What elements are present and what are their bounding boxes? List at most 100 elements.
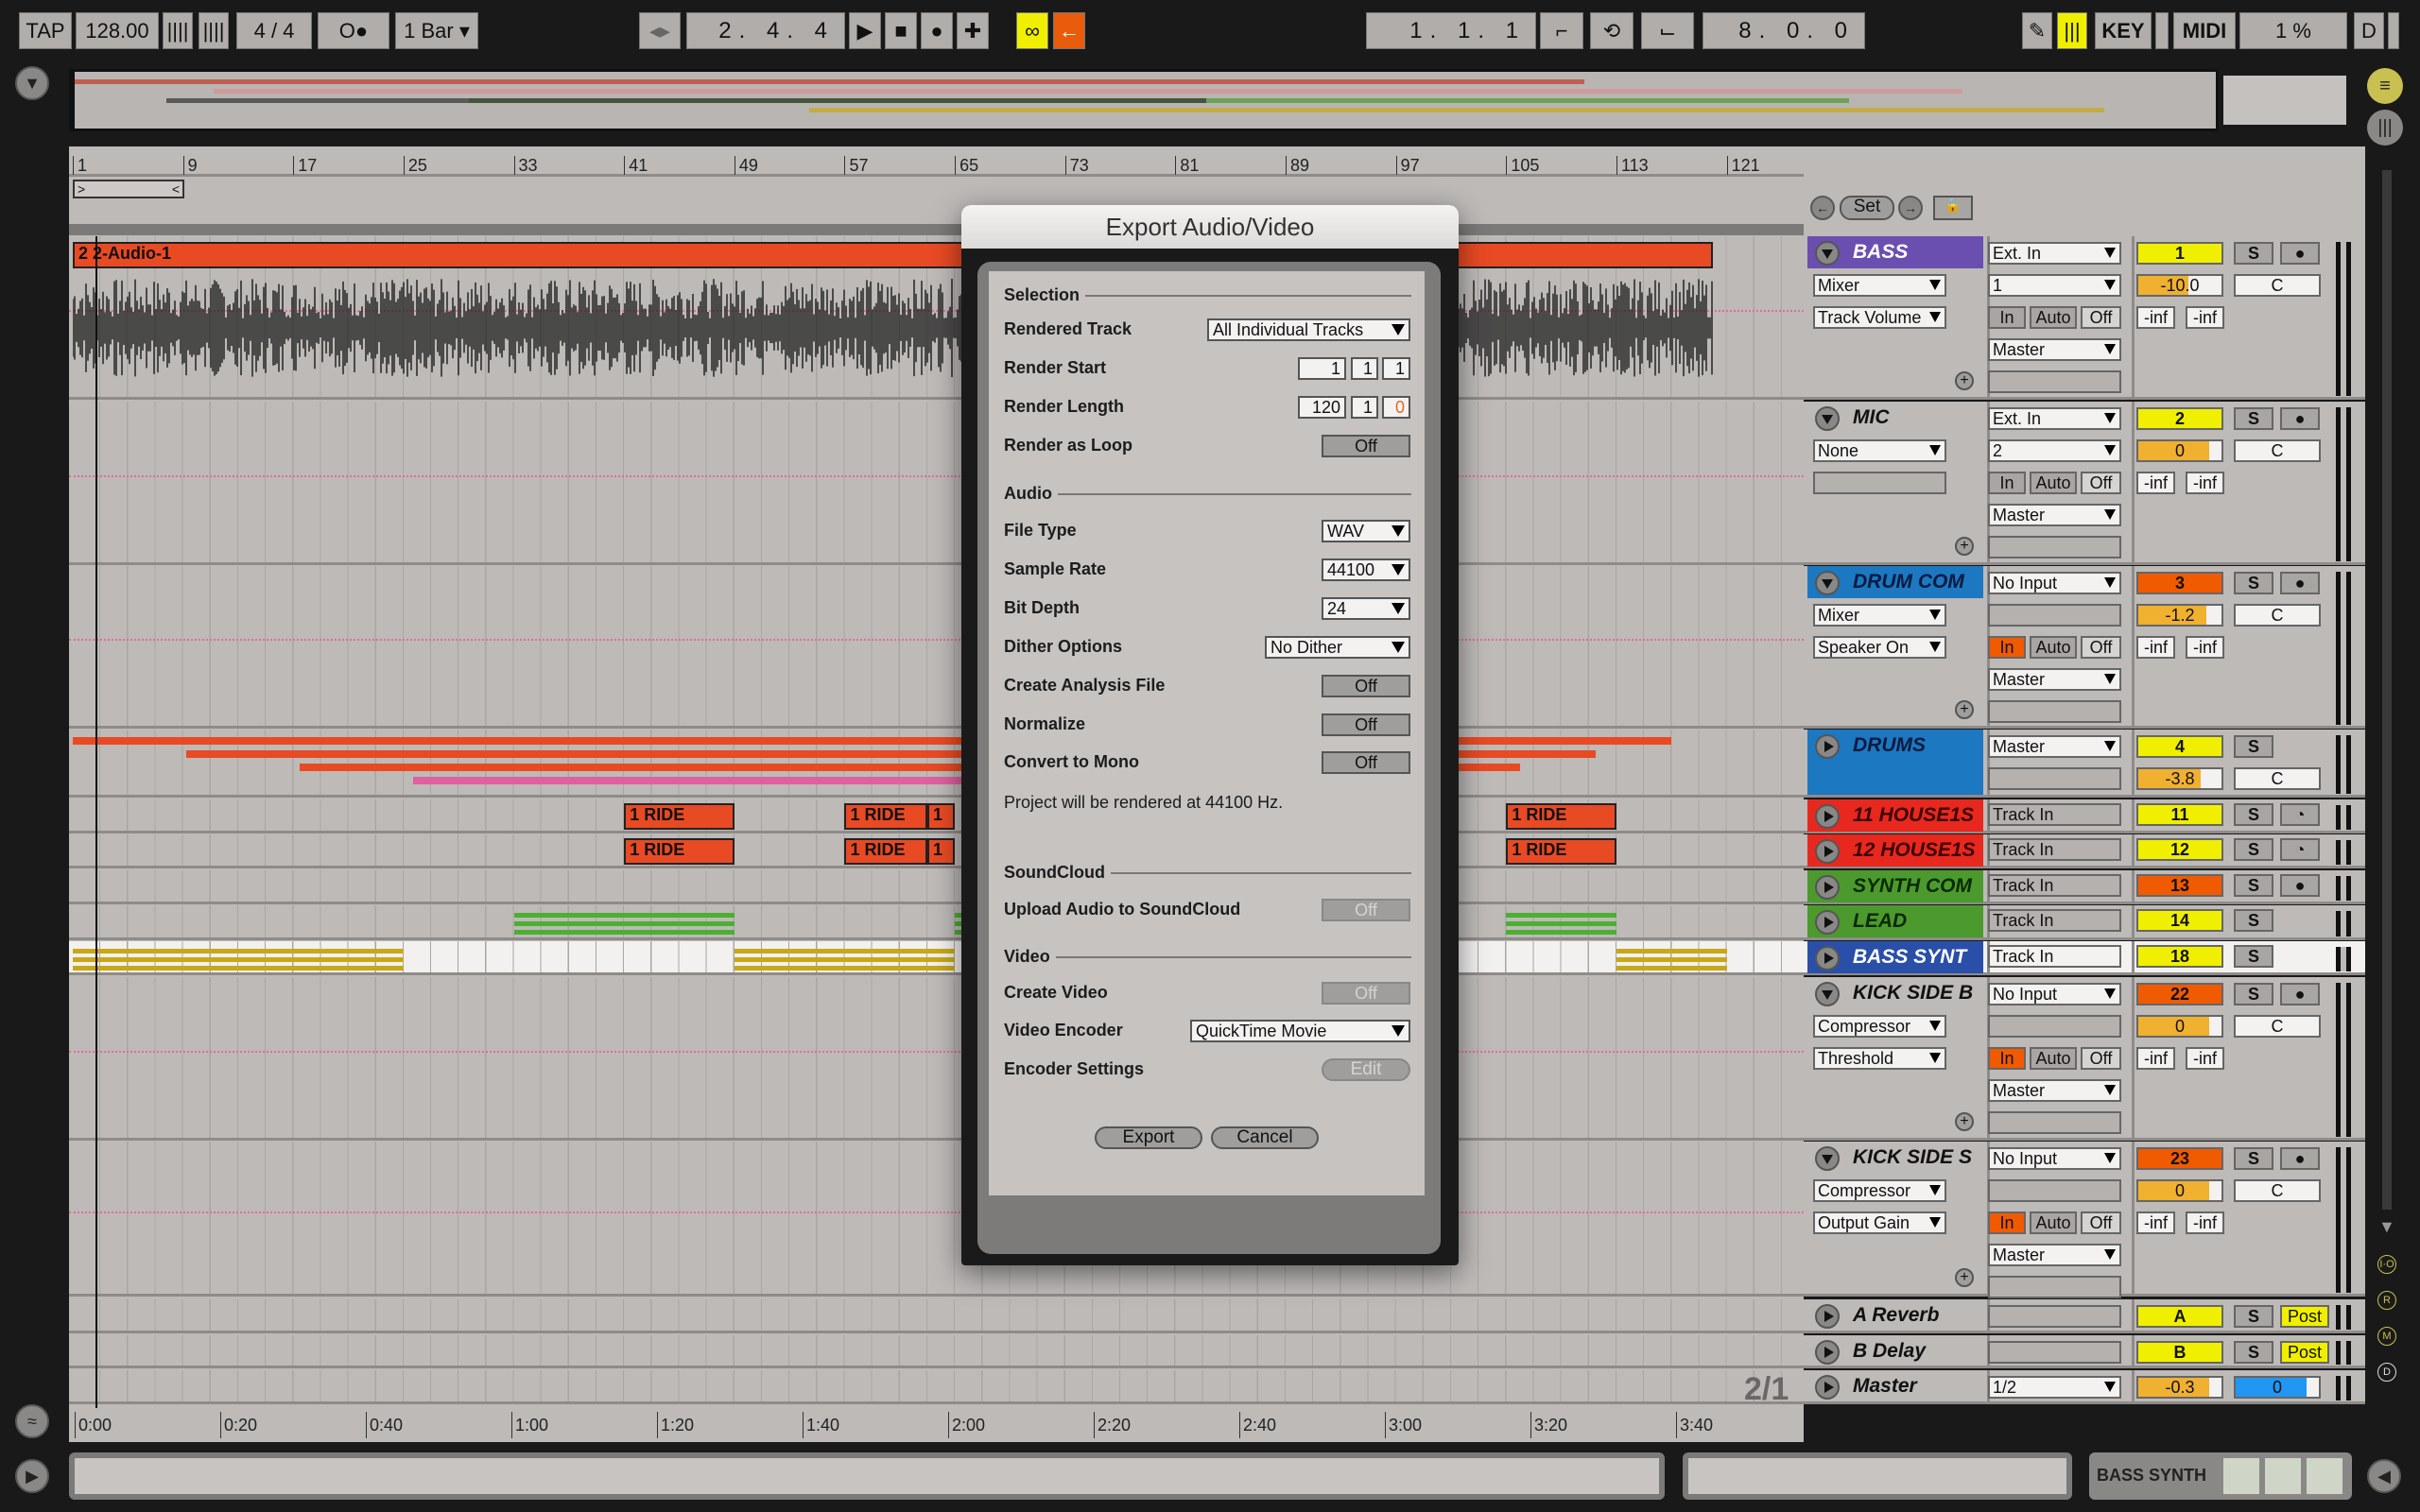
send-b-field[interactable]: -inf (2186, 1211, 2224, 1234)
track-lane[interactable] (69, 1335, 1804, 1368)
track-name[interactable]: DRUMS (1807, 730, 1983, 795)
track-activator[interactable]: 1 (2136, 242, 2223, 265)
track-header-11-house1s[interactable]: 11 HOUSE1S Track In 11 S ◔ (1804, 799, 2365, 833)
output-dropdown[interactable]: Master (1988, 338, 2121, 361)
track-name[interactable]: LEAD (1807, 905, 1983, 937)
monitor-auto-button[interactable]: Auto (2030, 1211, 2077, 1234)
fold-open-icon[interactable] (1815, 982, 1840, 1006)
pre-post-toggle[interactable]: Post (2280, 1305, 2329, 1328)
upload-soundcloud-toggle[interactable]: Off (1322, 899, 1410, 921)
clip[interactable]: 1 (926, 803, 956, 830)
automation-arm-button[interactable]: ∞ (1016, 12, 1048, 49)
monitor-off-button[interactable]: Off (2081, 636, 2121, 659)
arm-record-button[interactable]: ● (2280, 572, 2320, 594)
send-b-field[interactable]: -inf (2186, 1047, 2224, 1070)
play-button[interactable]: ▶ (849, 12, 881, 49)
solo-button[interactable]: S (2234, 242, 2273, 265)
track-name[interactable]: BASS SYNT (1807, 941, 1983, 973)
scroll-down-icon[interactable]: ▼ (2378, 1217, 2395, 1237)
track-header-kick-side-s[interactable]: KICK SIDE S Compressor Output Gain + No Inpu… (1804, 1142, 2365, 1298)
time-signature-field[interactable]: 4 / 4 (236, 12, 312, 49)
fold-closed-icon[interactable] (1815, 734, 1840, 759)
selected-track-panel[interactable]: BASS SYNTH (2089, 1452, 2352, 1500)
automation-device-dropdown[interactable]: Compressor (1813, 1015, 1946, 1038)
midi-clip[interactable] (1616, 945, 1727, 971)
track-activator[interactable]: A (2136, 1305, 2223, 1328)
track-lane[interactable] (69, 977, 1804, 1141)
track-name[interactable]: Master (1807, 1370, 1983, 1402)
video-encoder-dropdown[interactable]: QuickTime Movie (1190, 1020, 1410, 1042)
encoder-edit-button[interactable]: Edit (1322, 1058, 1410, 1081)
key-map-button[interactable]: KEY (2095, 12, 2152, 49)
render-length-beats[interactable]: 1 (1351, 396, 1378, 419)
track-name[interactable]: BASS (1807, 236, 1983, 268)
track-header-a-reverb[interactable]: A Reverb A S Post (1804, 1299, 2365, 1333)
track-header-mic[interactable]: MIC None + Ext. In 2 In Auto Off Master 2 S ● 0 C -inf… (1804, 402, 2365, 565)
track-lane[interactable] (69, 1299, 1804, 1333)
render-length-bars[interactable]: 120 (1298, 396, 1346, 419)
solo-button[interactable]: S (2234, 909, 2273, 932)
track-activator[interactable]: 22 (2136, 983, 2223, 1005)
track-name[interactable]: A Reverb (1807, 1299, 1983, 1332)
track-name[interactable]: MIC (1807, 402, 1983, 434)
automation-line[interactable] (69, 1050, 1804, 1053)
nudge-down-button[interactable]: |||| (163, 12, 193, 49)
clip[interactable]: 1 RIDE (624, 803, 735, 830)
fold-closed-icon[interactable] (1815, 839, 1840, 864)
solo-button[interactable]: S (2234, 572, 2273, 594)
automation-line[interactable] (69, 474, 1804, 477)
monitor-auto-button[interactable]: Auto (2030, 636, 2077, 659)
input-type-dropdown[interactable]: No Input (1988, 572, 2121, 594)
input-type-field[interactable]: Track In (1988, 909, 2121, 932)
wave-icon[interactable]: ≈ (15, 1404, 49, 1438)
track-lane[interactable] (69, 1370, 1804, 1404)
track-header-12-house1s[interactable]: 12 HOUSE1S Track In 12 S ◔ (1804, 834, 2365, 868)
vertical-scrollbar[interactable] (2382, 170, 2392, 1210)
fold-closed-icon[interactable] (1815, 875, 1840, 900)
automation-device-dropdown[interactable]: Mixer (1813, 604, 1946, 627)
automation-parameter-dropdown[interactable] (1813, 472, 1946, 494)
send-b-field[interactable]: -inf (2186, 636, 2224, 659)
output-dropdown[interactable]: Master (1988, 1244, 2121, 1266)
export-button[interactable]: Export (1095, 1126, 1202, 1149)
arrangement-view[interactable]: 1 9 17 25 33 41 49 57 65 73 81 89 97 105 113 121 > < 2 2… (69, 146, 1804, 1408)
mixer-toggle-icon[interactable]: M (2377, 1327, 2396, 1346)
punch-in-button[interactable]: ⌐ (1540, 12, 1583, 49)
empty-slot[interactable] (1988, 370, 2121, 393)
file-type-dropdown[interactable]: WAV (1322, 520, 1410, 542)
pan-field[interactable]: C (2234, 604, 2321, 627)
add-automation-lane-icon[interactable]: + (1955, 371, 1974, 390)
monitor-off-button[interactable]: Off (2081, 1047, 2121, 1070)
input-type-dropdown[interactable]: No Input (1988, 1147, 2121, 1170)
output-dropdown[interactable]: Master (1988, 1079, 2121, 1102)
pan-field[interactable]: C (2234, 274, 2321, 297)
solo-button[interactable]: S (2234, 407, 2273, 430)
lock-icon[interactable]: 🔒 (1933, 196, 1973, 220)
input-channel-dropdown[interactable] (1988, 604, 2121, 627)
arm-record-button[interactable]: ● (2280, 407, 2320, 430)
fold-closed-icon[interactable] (1815, 1340, 1840, 1365)
track-activator[interactable]: 14 (2136, 909, 2223, 932)
audio-clip[interactable]: 2 2-Audio-1 (73, 242, 1714, 268)
arrangement-overview[interactable] (69, 69, 2219, 131)
track-name[interactable]: DRUM COM (1807, 566, 1983, 598)
volume-field[interactable]: -10.0 (2136, 274, 2223, 297)
fold-closed-icon[interactable] (1815, 946, 1840, 971)
mixer-view-icon[interactable]: ||| (2367, 110, 2403, 146)
empty-slot[interactable] (1988, 767, 2121, 790)
tempo-field[interactable]: 128.00 (76, 12, 159, 49)
master-output-dropdown[interactable]: 1/2 (1988, 1376, 2121, 1399)
input-type-dropdown[interactable]: Ext. In (1988, 242, 2121, 265)
solo-button[interactable]: S (2234, 803, 2273, 826)
track-lane[interactable] (69, 1142, 1804, 1297)
create-video-toggle[interactable]: Off (1322, 982, 1410, 1005)
track-header-lead[interactable]: LEAD Track In 14 S (1804, 905, 2365, 940)
empty-slot[interactable] (1988, 1341, 2121, 1364)
loop-button[interactable]: ⟲ (1590, 12, 1634, 49)
track-activator[interactable]: 2 (2136, 407, 2223, 430)
add-automation-lane-icon[interactable]: + (1955, 1268, 1974, 1287)
loop-length-field[interactable]: 8. 0. 0 (1703, 12, 1865, 49)
solo-button[interactable]: S (2234, 945, 2273, 968)
clip-clock-icon[interactable]: ◔ (2280, 803, 2320, 826)
track-activator[interactable]: 23 (2136, 1147, 2223, 1170)
